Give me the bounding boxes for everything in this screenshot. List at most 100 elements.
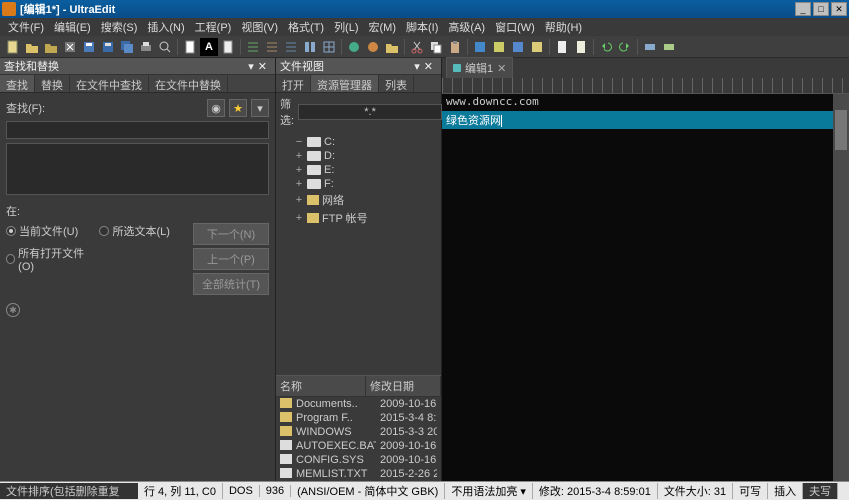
menu-item[interactable]: 宏(M)	[365, 18, 401, 36]
file-row[interactable]: AUTOEXEC.BAT2009-10-16 ...	[276, 439, 441, 453]
search-panel: 查找和替换▾✕ 查找替换在文件中查找在文件中替换 查找(F): ◉ ★ ▾ 在:…	[0, 58, 276, 481]
gear-icon[interactable]	[6, 303, 20, 317]
editor-area[interactable]: www.downcc.com 绿色资源网	[442, 94, 849, 481]
tree-item[interactable]: +FTP 帐号	[280, 209, 437, 227]
page-icon[interactable]	[181, 38, 199, 56]
copy-icon[interactable]	[427, 38, 445, 56]
menu-item[interactable]: 窗口(W)	[491, 18, 539, 36]
blue2-icon[interactable]	[509, 38, 527, 56]
file-tab[interactable]: 资源管理器	[311, 75, 379, 92]
yel1-icon[interactable]	[490, 38, 508, 56]
menu-item[interactable]: 工程(P)	[191, 18, 236, 36]
menu-item[interactable]: 搜索(S)	[97, 18, 142, 36]
saveas-icon[interactable]	[99, 38, 117, 56]
radio-selected-text[interactable]: 所选文本(L)	[99, 223, 184, 239]
font-icon[interactable]: A	[200, 38, 218, 56]
blue1-icon[interactable]	[471, 38, 489, 56]
editor-tab[interactable]: 编辑1 ✕	[446, 57, 513, 78]
page2-icon[interactable]	[219, 38, 237, 56]
menu-item[interactable]: 高级(A)	[444, 18, 489, 36]
dropdown-search-icon[interactable]: ▾	[251, 99, 269, 117]
orange-icon[interactable]	[364, 38, 382, 56]
statusbar: 文件排序(包括删除重复 行 4, 列 11, C0 DOS 936 (ANSI/…	[0, 481, 849, 500]
column-icon[interactable]	[301, 38, 319, 56]
search-tab[interactable]: 在文件中替换	[149, 75, 228, 92]
scrollbar-vertical[interactable]	[833, 94, 849, 481]
menu-item[interactable]: 帮助(H)	[541, 18, 586, 36]
green-icon[interactable]	[345, 38, 363, 56]
list2-icon[interactable]	[263, 38, 281, 56]
menu-item[interactable]: 列(L)	[330, 18, 362, 36]
print-icon[interactable]	[137, 38, 155, 56]
radio-all-open[interactable]: 所有打开文件(O)	[6, 245, 91, 273]
file-row[interactable]: Documents..2009-10-16 ...	[276, 397, 441, 411]
open-icon[interactable]	[23, 38, 41, 56]
save-icon[interactable]	[80, 38, 98, 56]
tree-item[interactable]: +E:	[280, 163, 437, 177]
col-date[interactable]: 修改日期	[366, 376, 441, 396]
paste-icon[interactable]	[446, 38, 464, 56]
radio-current-file[interactable]: 当前文件(U)	[6, 223, 91, 239]
tab-close-icon[interactable]: ✕	[497, 62, 506, 75]
filter-input[interactable]	[298, 104, 442, 120]
editor-line-active: 绿色资源网	[442, 111, 849, 129]
undo-icon[interactable]	[597, 38, 615, 56]
file-row[interactable]: CONFIG.SYS2009-10-16 ...	[276, 453, 441, 467]
status-ins: 插入	[768, 483, 803, 499]
history-icon[interactable]: ◉	[207, 99, 225, 117]
menu-item[interactable]: 视图(V)	[237, 18, 282, 36]
menu-item[interactable]: 插入(N)	[143, 18, 188, 36]
menu-item[interactable]: 编辑(E)	[50, 18, 95, 36]
app-icon	[2, 2, 16, 16]
menu-item[interactable]: 脚本(I)	[402, 18, 442, 36]
search-tab[interactable]: 替换	[35, 75, 70, 92]
editor-panel: 编辑1 ✕ www.downcc.com 绿色资源网	[442, 58, 849, 481]
favorite-icon[interactable]: ★	[229, 99, 247, 117]
tree-item[interactable]: +网络	[280, 191, 437, 209]
ruler	[442, 78, 849, 94]
search-tab[interactable]: 查找	[0, 75, 35, 92]
menu-item[interactable]: 文件(F)	[4, 18, 48, 36]
status-hint: 文件排序(包括删除重复	[0, 483, 138, 499]
new-icon[interactable]	[4, 38, 22, 56]
cut-icon[interactable]	[408, 38, 426, 56]
close-doc-icon[interactable]	[61, 38, 79, 56]
extra1-icon[interactable]	[641, 38, 659, 56]
table-icon[interactable]	[320, 38, 338, 56]
file-row[interactable]: Program F..2015-3-4 8:...	[276, 411, 441, 425]
list1-icon[interactable]	[244, 38, 262, 56]
menu-item[interactable]: 格式(T)	[284, 18, 328, 36]
text1-icon[interactable]	[553, 38, 571, 56]
col-name[interactable]: 名称	[276, 376, 366, 396]
saveall-icon[interactable]	[118, 38, 136, 56]
tree-item[interactable]: +F:	[280, 177, 437, 191]
close-button[interactable]: ✕	[831, 2, 847, 16]
tree-item[interactable]: +D:	[280, 149, 437, 163]
tree-item[interactable]: −C:	[280, 135, 437, 149]
folder-icon[interactable]	[383, 38, 401, 56]
maximize-button[interactable]: □	[813, 2, 829, 16]
status-cap: 夫写	[803, 483, 838, 499]
count-button[interactable]: 全部统计(T)	[193, 273, 269, 295]
redo-icon[interactable]	[616, 38, 634, 56]
search-tab[interactable]: 在文件中查找	[70, 75, 149, 92]
text2-icon[interactable]	[572, 38, 590, 56]
minimize-button[interactable]: _	[795, 2, 811, 16]
preview-icon[interactable]	[156, 38, 174, 56]
panel-close-icon[interactable]: ✕	[254, 60, 271, 73]
file-tab[interactable]: 打开	[276, 75, 311, 92]
status-syntax[interactable]: 不用语法加亮 ▾	[445, 483, 533, 499]
search-results-box	[6, 143, 269, 195]
file-tab[interactable]: 列表	[379, 75, 414, 92]
next-button[interactable]: 下一个(N)	[193, 223, 269, 245]
yel2-icon[interactable]	[528, 38, 546, 56]
modified-icon	[453, 64, 461, 72]
prev-button[interactable]: 上一个(P)	[193, 248, 269, 270]
file-row[interactable]: MEMLIST.TXT2015-2-26 2...	[276, 467, 441, 481]
open2-icon[interactable]	[42, 38, 60, 56]
panel-close-icon[interactable]: ✕	[420, 60, 437, 73]
extra2-icon[interactable]	[660, 38, 678, 56]
list3-icon[interactable]	[282, 38, 300, 56]
file-row[interactable]: WINDOWS2015-3-3 20...	[276, 425, 441, 439]
search-input[interactable]	[6, 121, 269, 139]
